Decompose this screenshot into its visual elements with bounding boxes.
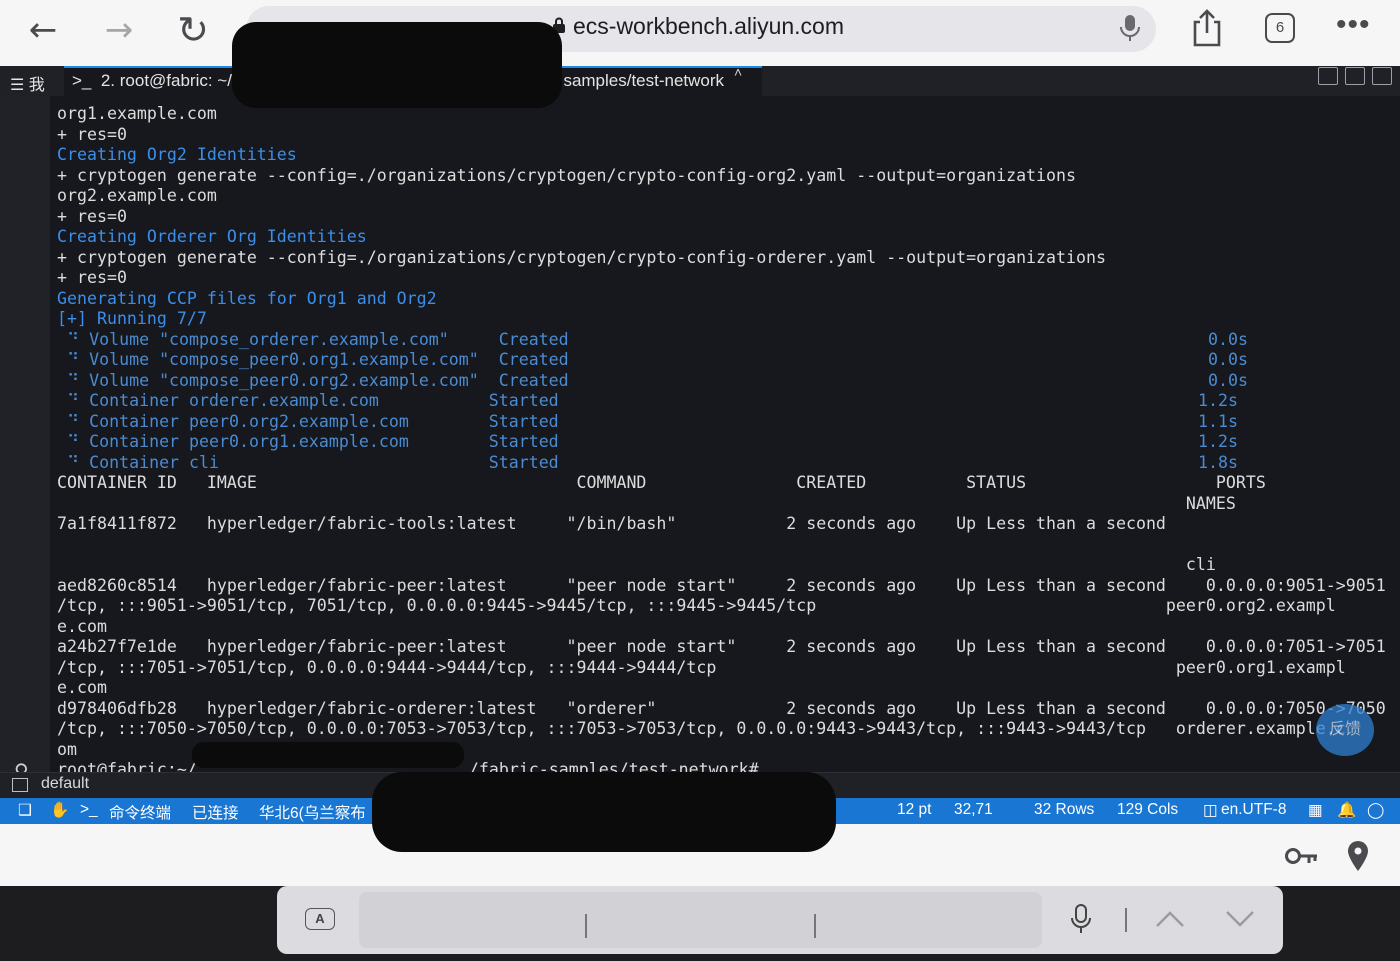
more-icon[interactable]: ••• <box>1336 8 1371 42</box>
redaction-mark <box>372 772 836 852</box>
cols-count: 129 Cols <box>1117 801 1179 818</box>
prompt-tail: /fabric-samples/test-network# <box>468 760 759 772</box>
separator <box>1125 908 1127 932</box>
terminal-panel-icon <box>12 778 28 792</box>
window-icon[interactable]: ❑ <box>18 801 32 820</box>
encoding-icon: ◫ <box>1203 802 1218 819</box>
terminal-line: Creating Orderer Org Identities <box>57 227 367 246</box>
terminal-line: ⠙ Container peer0.org2.example.com Start… <box>57 411 1239 431</box>
terminal-line: + res=0 <box>57 268 127 287</box>
split-vertical-icon[interactable] <box>1345 67 1365 85</box>
back-arrow-icon[interactable]: ← <box>22 10 64 50</box>
tab-close-icon[interactable]: ˄ <box>734 64 742 80</box>
shirt-icon[interactable]: ◯ <box>1367 801 1384 820</box>
panel-name[interactable]: default <box>41 775 89 793</box>
terminal-line: ⠙ Container cli Started 1.8s <box>57 452 1239 472</box>
redaction-mark <box>192 742 464 768</box>
url-text: ecs-workbench.aliyun.com <box>573 13 845 39</box>
reload-icon[interactable]: ↻ <box>172 10 214 50</box>
tab-title: 2. root@fabric: ~/ <box>100 71 232 90</box>
separator <box>814 914 816 938</box>
keyboard-accessory: A <box>277 886 1283 954</box>
terminal-line: + res=0 <box>57 124 127 144</box>
dictation-microphone-icon[interactable] <box>1069 904 1093 934</box>
bell-icon[interactable]: 🔔 <box>1337 801 1356 820</box>
terminal-line: ⠙ Volume "compose_peer0.org2.example.com… <box>57 370 1249 390</box>
chevron-down-icon[interactable] <box>1225 910 1255 928</box>
keyboard-shortcut-bar: A <box>0 886 1400 961</box>
terminal-line: ⠙ Volume "compose_peer0.org1.example.com… <box>57 350 1249 369</box>
hand-icon[interactable]: ✋ <box>50 801 69 820</box>
connection-status: 已连接 <box>192 805 239 822</box>
terminal-line: e.com <box>57 616 107 636</box>
menu-label: 我 <box>28 77 45 94</box>
terminal-line: /tcp, :::7050->7050/tcp, 0.0.0.0:7053->7… <box>57 719 1346 738</box>
terminal-output[interactable]: org1.example.com + res=0 Creating Org2 Ide… <box>57 104 1397 772</box>
suggestion-field[interactable] <box>359 892 1042 948</box>
terminal-line: [+] Running 7/7 <box>57 309 207 328</box>
chevron-up-icon[interactable] <box>1155 910 1185 928</box>
terminal-line: CONTAINER ID IMAGE COMMAND CREATED STATU… <box>57 473 1266 492</box>
rows-count: 32 Rows <box>1034 801 1095 818</box>
text-format-icon[interactable]: A <box>305 908 335 930</box>
microphone-icon[interactable] <box>1118 14 1142 42</box>
share-icon[interactable] <box>1190 8 1224 48</box>
grid-icon[interactable]: ▦ <box>1308 801 1323 820</box>
terminal-tab-icon: >_ <box>72 71 97 90</box>
cursor-position: 32,71 <box>954 801 993 818</box>
terminal-line: NAMES <box>57 493 1236 513</box>
terminal-line: /tcp, :::9051->9051/tcp, 7051/tcp, 0.0.0… <box>57 596 1336 615</box>
forward-arrow-icon[interactable]: → <box>98 10 140 50</box>
terminal-line: /tcp, :::7051->7051/tcp, 0.0.0.0:9444->9… <box>57 657 1346 677</box>
location-pin-icon[interactable] <box>1347 840 1369 872</box>
terminal-line: + cryptogen generate --config=./organiza… <box>57 247 1106 267</box>
menu-button[interactable]: ☰ 我 <box>10 71 45 95</box>
feedback-button[interactable]: 反馈 <box>1316 704 1374 756</box>
tabs-icon[interactable]: 6 <box>1265 13 1295 43</box>
terminal-line: Creating Org2 Identities <box>57 145 297 164</box>
terminal-line: 7a1f8411f872 hyperledger/fabric-tools:la… <box>57 514 1166 533</box>
key-icon[interactable] <box>1285 846 1319 866</box>
browser-toolbar: ← → ↻ ecs-workbench.aliyun.com 6 ••• <box>0 0 1400 66</box>
encoding[interactable]: en.UTF-8 <box>1221 801 1286 819</box>
terminal-line: d978406dfb28 hyperledger/fabric-orderer:… <box>57 698 1386 718</box>
new-tab-icon[interactable] <box>1318 67 1338 85</box>
terminal-icon: >_ <box>80 801 98 818</box>
terminal-line: cli <box>57 555 1216 574</box>
terminal-app: ☰ 我 >_ 2. root@fabric: ~/ samples/test-n… <box>0 64 1400 824</box>
terminal-line: e.com <box>57 678 107 697</box>
terminal-line: ⠙ Volume "compose_orderer.example.com" C… <box>57 329 1249 349</box>
terminal-line: + res=0 <box>57 206 127 226</box>
terminal-line: ⠙ Container peer0.org1.example.com Start… <box>57 432 1239 451</box>
tab-title-tail: samples/test-network <box>563 71 725 90</box>
list-icon: ☰ <box>10 77 25 94</box>
separator <box>585 914 587 938</box>
left-sidebar: ⚲ <box>0 96 50 783</box>
terminal-line: a24b27f7e1de hyperledger/fabric-peer:lat… <box>57 637 1386 656</box>
font-size[interactable]: 12 pt <box>897 801 931 819</box>
terminal-line: Generating CCP files for Org1 and Org2 <box>57 288 437 308</box>
terminal-label[interactable]: 命令终端 <box>109 801 171 823</box>
split-horizontal-icon[interactable] <box>1372 67 1392 85</box>
terminal-line: aed8260c8514 hyperledger/fabric-peer:lat… <box>57 575 1386 595</box>
terminal-line: ⠙ Container orderer.example.com Started … <box>57 391 1239 410</box>
terminal-line: org2.example.com <box>57 186 217 205</box>
terminal-line: + cryptogen generate --config=./organiza… <box>57 165 1077 185</box>
region-label: 华北6(乌兰察布 <box>259 805 366 822</box>
terminal-tab-bar: ☰ 我 >_ 2. root@fabric: ~/ samples/test-n… <box>0 64 1400 96</box>
redaction-mark <box>232 22 562 108</box>
